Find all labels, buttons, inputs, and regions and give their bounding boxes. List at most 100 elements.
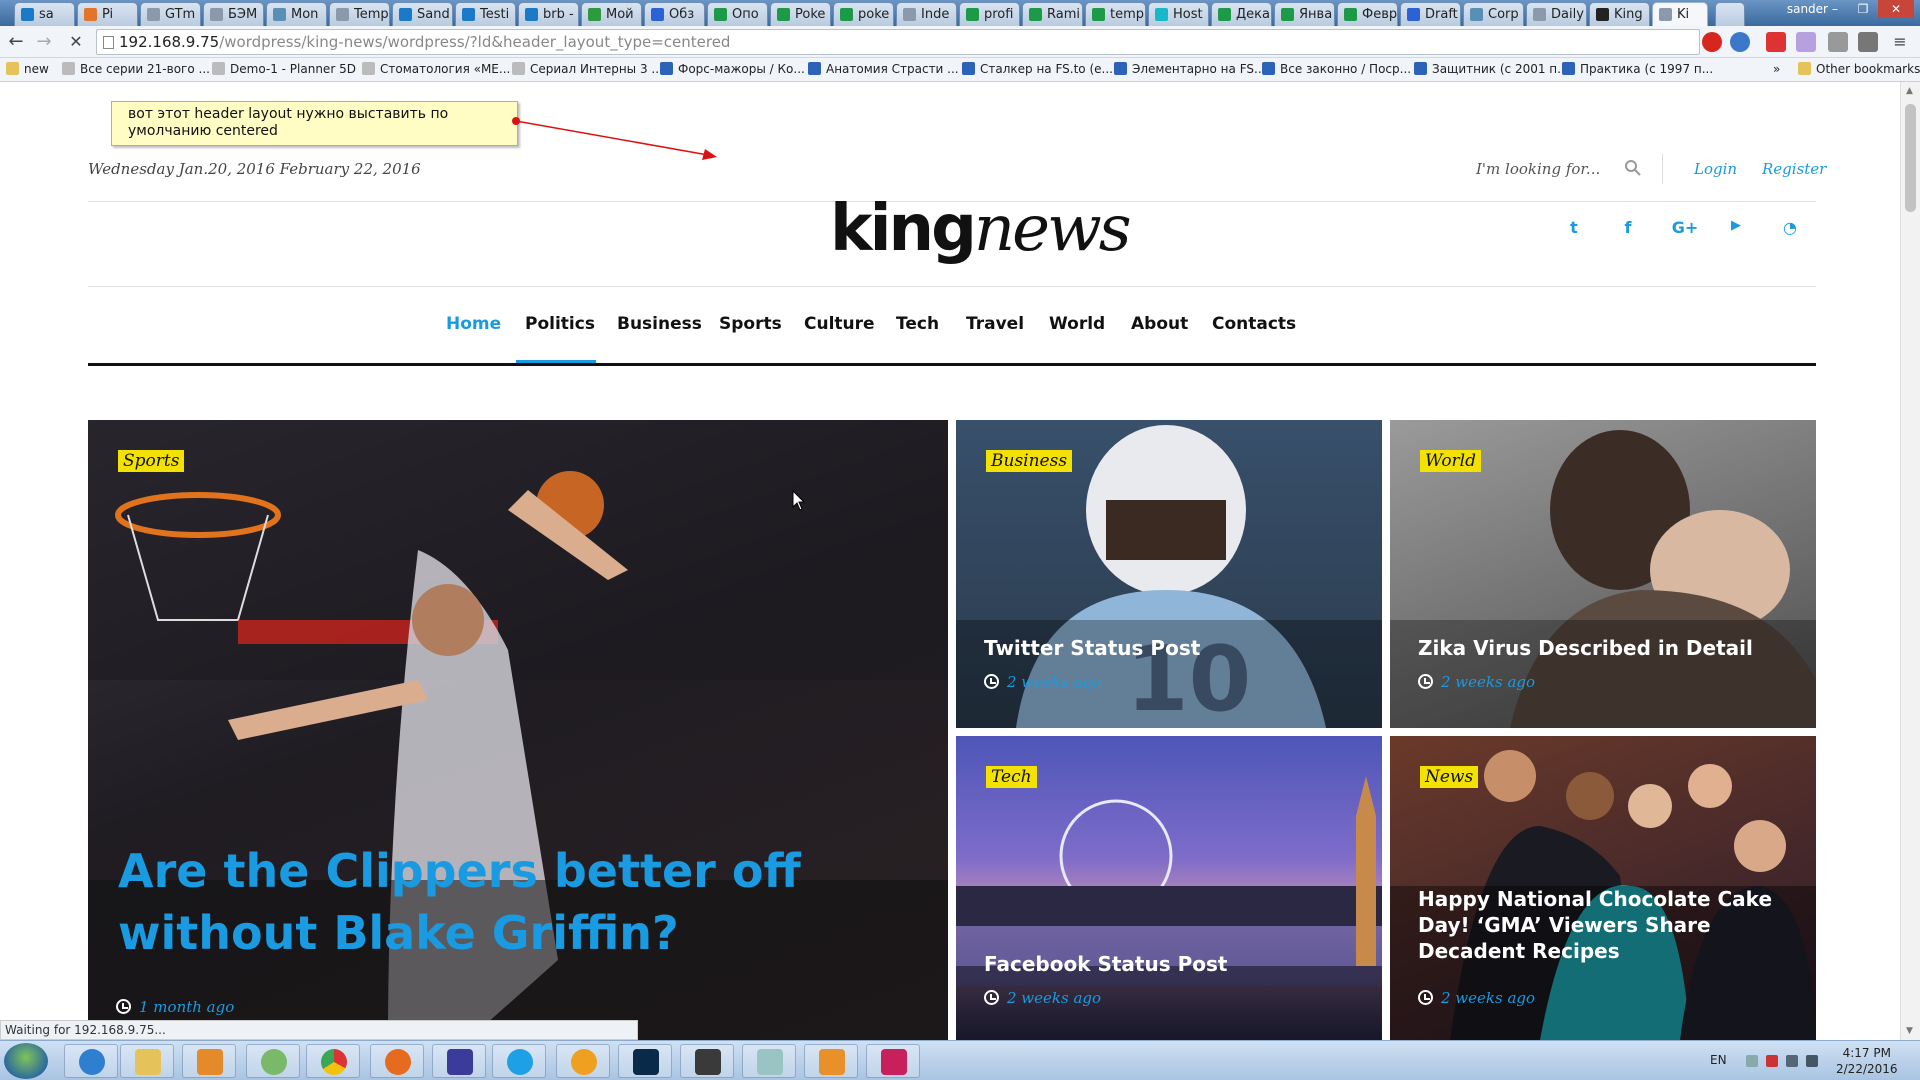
- browser-tab[interactable]: Опо: [707, 2, 768, 26]
- category-tag[interactable]: Sports: [118, 450, 185, 472]
- adblock-icon[interactable]: [1702, 32, 1722, 52]
- skype-taskbar-button[interactable]: [492, 1044, 546, 1078]
- scroll-up-arrow-icon[interactable]: ▲: [1906, 86, 1913, 96]
- bookmark-item[interactable]: Other bookmarks: [1798, 62, 1920, 76]
- browser-tab[interactable]: Host: [1148, 2, 1209, 26]
- browser-tab[interactable]: Draft: [1400, 2, 1461, 26]
- facebook-icon[interactable]: f: [1617, 218, 1639, 240]
- featured-post[interactable]: Sports Are the Clippers better off witho…: [88, 420, 948, 1040]
- rss-icon[interactable]: ◔: [1779, 218, 1801, 240]
- browser-tab[interactable]: БЭМ: [203, 2, 264, 26]
- page-scrollbar[interactable]: ▲ ▼: [1900, 82, 1920, 1040]
- post-title[interactable]: Happy National Chocolate Cake Day! ‘GMA’…: [1418, 886, 1798, 964]
- browser-tab[interactable]: Ki: [1652, 2, 1708, 26]
- browser-tab[interactable]: Inde: [896, 2, 957, 26]
- language-indicator[interactable]: EN: [1710, 1053, 1727, 1067]
- browser-tab[interactable]: Corp: [1463, 2, 1524, 26]
- post-card[interactable]: News Happy National Chocolate Cake Day! …: [1390, 736, 1816, 1040]
- post-title[interactable]: Zika Virus Described in Detail: [1418, 635, 1753, 661]
- firefox-taskbar-button[interactable]: [370, 1044, 424, 1078]
- restore-button[interactable]: ❐: [1850, 0, 1876, 18]
- app2-taskbar-button[interactable]: [742, 1044, 796, 1078]
- ie-taskbar-button[interactable]: [64, 1044, 118, 1078]
- menu-item-tech[interactable]: Tech: [896, 314, 939, 334]
- browser-tab[interactable]: Rami: [1022, 2, 1083, 26]
- cast-icon[interactable]: [1858, 32, 1878, 52]
- register-link[interactable]: Register: [1762, 160, 1826, 178]
- forward-button[interactable]: →: [32, 30, 56, 54]
- bookmark-item[interactable]: Сериал Интерны 3 ...: [512, 62, 663, 76]
- twitter-icon[interactable]: t: [1563, 218, 1585, 240]
- app4-taskbar-button[interactable]: [866, 1044, 920, 1078]
- back-button[interactable]: ←: [4, 30, 28, 54]
- bookmark-item[interactable]: Demo-1 - Planner 5D: [212, 62, 356, 76]
- category-tag[interactable]: Tech: [986, 766, 1037, 788]
- browser-tab[interactable]: Mon: [266, 2, 327, 26]
- save-app-taskbar-button[interactable]: [432, 1044, 486, 1078]
- post-title[interactable]: Facebook Status Post: [984, 951, 1227, 977]
- browser-tab[interactable]: Дека: [1211, 2, 1272, 26]
- bookmark-item[interactable]: Форс-мажоры / Ко...: [660, 62, 805, 76]
- show-hidden-icons-icon[interactable]: [1746, 1055, 1758, 1067]
- browser-tab[interactable]: profi: [959, 2, 1020, 26]
- menu-item-politics[interactable]: Politics: [525, 314, 595, 334]
- stop-button[interactable]: ✕: [64, 30, 88, 54]
- extension-icon[interactable]: [1828, 32, 1848, 52]
- action-center-icon[interactable]: [1766, 1055, 1778, 1067]
- youtube-icon[interactable]: ▶: [1725, 218, 1747, 240]
- scroll-down-arrow-icon[interactable]: ▼: [1906, 1026, 1913, 1036]
- browser-tab[interactable]: King: [1589, 2, 1650, 26]
- network-taskbar-button[interactable]: [246, 1044, 300, 1078]
- explorer-taskbar-button[interactable]: [120, 1044, 174, 1078]
- network-tray-icon[interactable]: [1806, 1055, 1818, 1067]
- bookmark-item[interactable]: Элементарно на FS...: [1114, 62, 1265, 76]
- browser-tab[interactable]: Daily: [1526, 2, 1587, 26]
- menu-item-culture[interactable]: Culture: [804, 314, 875, 334]
- chrome-taskbar-button[interactable]: [306, 1044, 360, 1078]
- browser-tab[interactable]: Мой: [581, 2, 642, 26]
- browser-tab[interactable]: temp: [1085, 2, 1146, 26]
- featured-title[interactable]: Are the Clippers better off without Blak…: [118, 840, 838, 964]
- login-link[interactable]: Login: [1694, 160, 1737, 178]
- extension-globe-icon[interactable]: [1730, 32, 1750, 52]
- post-card[interactable]: 10 Business Twitter Status Post 2 weeks …: [956, 420, 1382, 728]
- bookmark-item[interactable]: Все законно / Поср...: [1262, 62, 1411, 76]
- browser-tab[interactable]: Обз: [644, 2, 705, 26]
- new-tab-button[interactable]: [1715, 2, 1745, 26]
- search-input[interactable]: I'm looking for...: [1476, 160, 1626, 178]
- browser-tab[interactable]: Февр: [1337, 2, 1398, 26]
- browser-tab[interactable]: Sand: [392, 2, 453, 26]
- scroll-thumb[interactable]: [1905, 104, 1916, 212]
- photoshop-taskbar-button[interactable]: [618, 1044, 672, 1078]
- media-player-taskbar-button[interactable]: [182, 1044, 236, 1078]
- bookmark-item[interactable]: Анатомия Страсти ...: [808, 62, 959, 76]
- category-tag[interactable]: Business: [986, 450, 1073, 472]
- category-tag[interactable]: News: [1420, 766, 1479, 788]
- menu-item-sports[interactable]: Sports: [719, 314, 782, 334]
- bookmark-item[interactable]: Все серии 21-вого ...: [62, 62, 210, 76]
- mail-extension-icon[interactable]: [1766, 32, 1786, 52]
- menu-item-business[interactable]: Business: [617, 314, 702, 334]
- google-plus-icon[interactable]: G+: [1671, 218, 1699, 240]
- browser-tab[interactable]: Poke: [770, 2, 831, 26]
- bookmark-item[interactable]: Защитник (с 2001 п...: [1414, 62, 1569, 76]
- app3-taskbar-button[interactable]: [804, 1044, 858, 1078]
- post-card[interactable]: Tech Facebook Status Post 2 weeks ago: [956, 736, 1382, 1040]
- browser-tab[interactable]: Pi: [77, 2, 138, 26]
- menu-item-world[interactable]: World: [1049, 314, 1105, 334]
- system-clock[interactable]: 4:17 PM 2/22/2016: [1836, 1045, 1898, 1077]
- browser-tab[interactable]: Testi: [455, 2, 516, 26]
- app-taskbar-button[interactable]: [556, 1044, 610, 1078]
- browser-tab[interactable]: GTm: [140, 2, 201, 26]
- browser-tab[interactable]: Янва: [1274, 2, 1335, 26]
- minimize-button[interactable]: –: [1822, 0, 1848, 18]
- menu-icon[interactable]: ≡: [1888, 30, 1912, 54]
- bookmark-item[interactable]: Стоматология «МЕ...: [362, 62, 510, 76]
- category-tag[interactable]: World: [1420, 450, 1481, 472]
- browser-tab[interactable]: Temp: [329, 2, 390, 26]
- search-icon[interactable]: [1623, 158, 1643, 178]
- menu-item-contacts[interactable]: Contacts: [1212, 314, 1296, 334]
- volume-icon[interactable]: [1786, 1055, 1798, 1067]
- sublime-taskbar-button[interactable]: [680, 1044, 734, 1078]
- browser-tab[interactable]: sa: [14, 2, 75, 26]
